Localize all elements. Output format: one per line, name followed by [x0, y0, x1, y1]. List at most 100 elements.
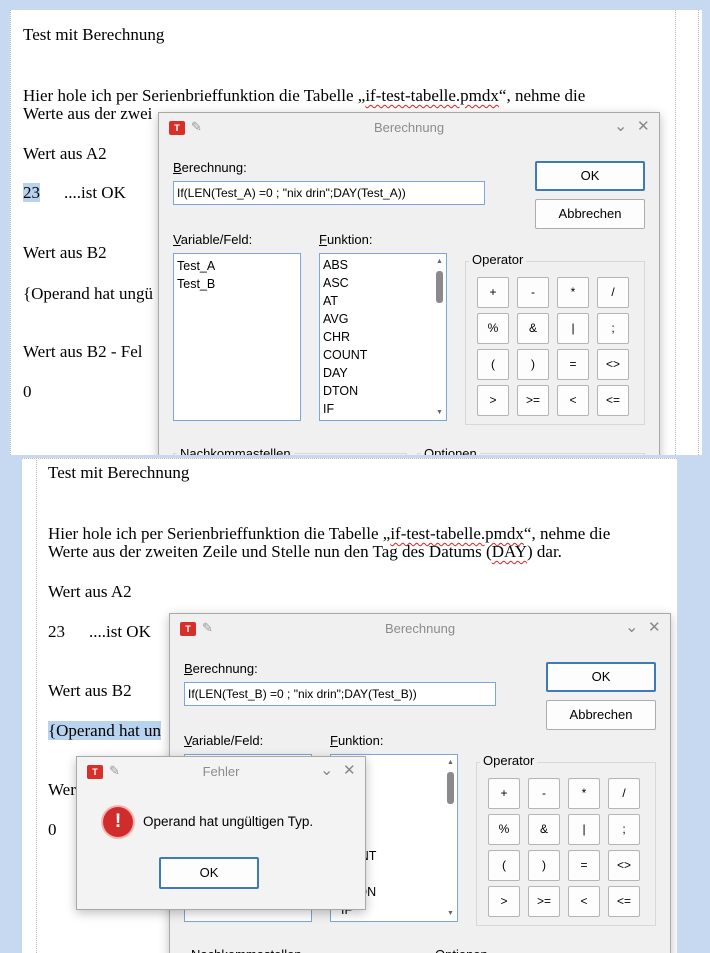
dialog-title: Berechnung [384, 621, 456, 636]
operator-button-less[interactable]: < [568, 886, 600, 917]
list-item[interactable]: Test_A [177, 259, 215, 273]
operator-button-divide[interactable]: / [608, 778, 640, 809]
decimals-group-title: Nachkommastellen [188, 947, 305, 953]
list-item[interactable]: Test_B [177, 277, 215, 291]
doc-wert-a2: Wert aus A2 [48, 582, 132, 601]
scroll-up-icon[interactable]: ▲ [435, 257, 444, 266]
variable-label: Variable/Feld: [184, 733, 264, 748]
cancel-button[interactable]: Abbrechen [535, 199, 645, 229]
chevron-down-icon[interactable]: ⌄ [614, 116, 627, 136]
doc-wert-b2-fehler: Wert aus B2 - Fel [23, 342, 143, 361]
operator-button-plus[interactable]: + [477, 277, 509, 308]
operator-group-title: Operator [480, 753, 538, 768]
variable-label: Variable/Feld: [173, 232, 253, 247]
formula-label: Berechnung: [184, 661, 258, 676]
formula-input[interactable]: If(LEN(Test_B) =0 ; "nix drin";DAY(Test_… [184, 682, 496, 706]
operator-button-percent[interactable]: % [488, 814, 520, 845]
options-group-title: Optionen [432, 947, 491, 953]
scroll-up-icon[interactable]: ▲ [446, 758, 455, 767]
operator-button-greater[interactable]: > [488, 886, 520, 917]
operator-button-minus[interactable]: - [517, 277, 549, 308]
list-item[interactable]: DAY [323, 366, 348, 380]
list-item[interactable]: COUNT [323, 348, 367, 362]
dialog-title: Berechnung [373, 120, 445, 135]
list-item[interactable]: ASC [323, 276, 349, 290]
operator-button-semicolon[interactable]: ; [597, 313, 629, 344]
operator-button-divide[interactable]: / [597, 277, 629, 308]
operator-button-open-paren[interactable]: ( [477, 349, 509, 380]
scroll-down-icon[interactable]: ▼ [446, 909, 455, 918]
list-item[interactable]: IF [323, 402, 334, 416]
operator-button-equals[interactable]: = [568, 850, 600, 881]
close-icon[interactable]: ✕ [637, 117, 650, 135]
operator-button-equals[interactable]: = [557, 349, 589, 380]
doc-operand-field: {Operand hat ungü [23, 284, 153, 303]
operator-button-open-paren[interactable]: ( [488, 850, 520, 881]
calculation-dialog: T ✎ Berechnung ⌄ ✕ Berechnung: If(LEN(Te… [158, 112, 660, 455]
ok-button[interactable]: OK [535, 161, 645, 191]
list-item[interactable]: ABS [323, 258, 348, 272]
scroll-thumb[interactable] [447, 772, 454, 804]
close-icon[interactable]: ✕ [648, 618, 661, 636]
operator-button-or[interactable]: | [568, 814, 600, 845]
error-ok-button[interactable]: OK [159, 857, 259, 889]
chevron-down-icon[interactable]: ⌄ [625, 617, 638, 637]
operator-button-less[interactable]: < [557, 385, 589, 416]
error-message: Operand hat ungültigen Typ. [143, 814, 314, 829]
operator-button-semicolon[interactable]: ; [608, 814, 640, 845]
operator-button-multiply[interactable]: * [568, 778, 600, 809]
error-icon: ! [103, 807, 133, 837]
list-item[interactable]: CHR [323, 330, 350, 344]
bottom-screenshot-panel: Test mit Berechnung Hier hole ich per Se… [22, 458, 677, 953]
formula-label: Berechnung: [173, 160, 247, 175]
doc-wert-b2: Wert aus B2 [48, 681, 132, 700]
ok-button[interactable]: OK [546, 662, 656, 692]
doc-operand-field-highlighted: {Operand hat un [48, 721, 161, 740]
operator-group-title: Operator [469, 252, 527, 267]
doc-wert-b2: Wert aus B2 [23, 243, 107, 262]
doc-wert-a2: Wert aus A2 [23, 144, 107, 163]
operator-button-less-equal[interactable]: <= [597, 385, 629, 416]
operator-button-not-equal[interactable]: <> [608, 850, 640, 881]
operator-button-close-paren[interactable]: ) [528, 850, 560, 881]
operator-button-greater-equal[interactable]: >= [517, 385, 549, 416]
function-scrollbar[interactable]: ▲ ▼ [446, 758, 455, 918]
variable-list[interactable]: Test_A Test_B [173, 253, 301, 421]
list-item[interactable]: AT [323, 294, 338, 308]
dialog-titlebar[interactable]: T ✎ Berechnung ⌄ ✕ [159, 113, 659, 143]
value-23-highlighted: 23 [23, 183, 40, 202]
operator-button-greater-equal[interactable]: >= [528, 886, 560, 917]
error-dialog: T ✎ Fehler ⌄ ✕ ! Operand hat ungültigen … [76, 756, 366, 910]
operator-button-or[interactable]: | [557, 313, 589, 344]
chevron-down-icon[interactable]: ⌄ [320, 760, 333, 780]
operator-button-less-equal[interactable]: <= [608, 886, 640, 917]
scroll-down-icon[interactable]: ▼ [435, 408, 444, 417]
doc-wert-b2-fehler: Wer [48, 780, 76, 799]
decimals-group-title: Nachkommastellen [177, 446, 294, 455]
operator-button-multiply[interactable]: * [557, 277, 589, 308]
dialog-titlebar[interactable]: T ✎ Berechnung ⌄ ✕ [170, 614, 670, 644]
doc-intro-line2: Werte aus der zwei [23, 104, 153, 123]
operator-button-percent[interactable]: % [477, 313, 509, 344]
operator-button-greater[interactable]: > [477, 385, 509, 416]
function-list[interactable]: ABS ASC AT AVG CHR COUNT DAY DTON IF ▲ ▼ [319, 253, 447, 421]
operator-button-not-equal[interactable]: <> [597, 349, 629, 380]
operator-button-close-paren[interactable]: ) [517, 349, 549, 380]
formula-input[interactable]: If(LEN(Test_A) =0 ; "nix drin";DAY(Test_… [173, 181, 485, 205]
list-item[interactable]: DTON [323, 384, 358, 398]
function-label: Funktion: [330, 733, 384, 748]
doc-title-line: Test mit Berechnung [48, 463, 190, 482]
operator-button-minus[interactable]: - [528, 778, 560, 809]
top-screenshot-panel: Test mit Berechnung Hier hole ich per Se… [10, 10, 702, 455]
cancel-button[interactable]: Abbrechen [546, 700, 656, 730]
operator-button-and[interactable]: & [517, 313, 549, 344]
doc-zero: 0 [48, 820, 57, 839]
close-icon[interactable]: ✕ [343, 761, 356, 779]
operator-button-and[interactable]: & [528, 814, 560, 845]
error-dialog-titlebar[interactable]: T ✎ Fehler ⌄ ✕ [77, 757, 365, 787]
doc-zero: 0 [23, 382, 32, 401]
function-scrollbar[interactable]: ▲ ▼ [435, 257, 444, 417]
list-item[interactable]: AVG [323, 312, 348, 326]
operator-button-plus[interactable]: + [488, 778, 520, 809]
scroll-thumb[interactable] [436, 271, 443, 303]
